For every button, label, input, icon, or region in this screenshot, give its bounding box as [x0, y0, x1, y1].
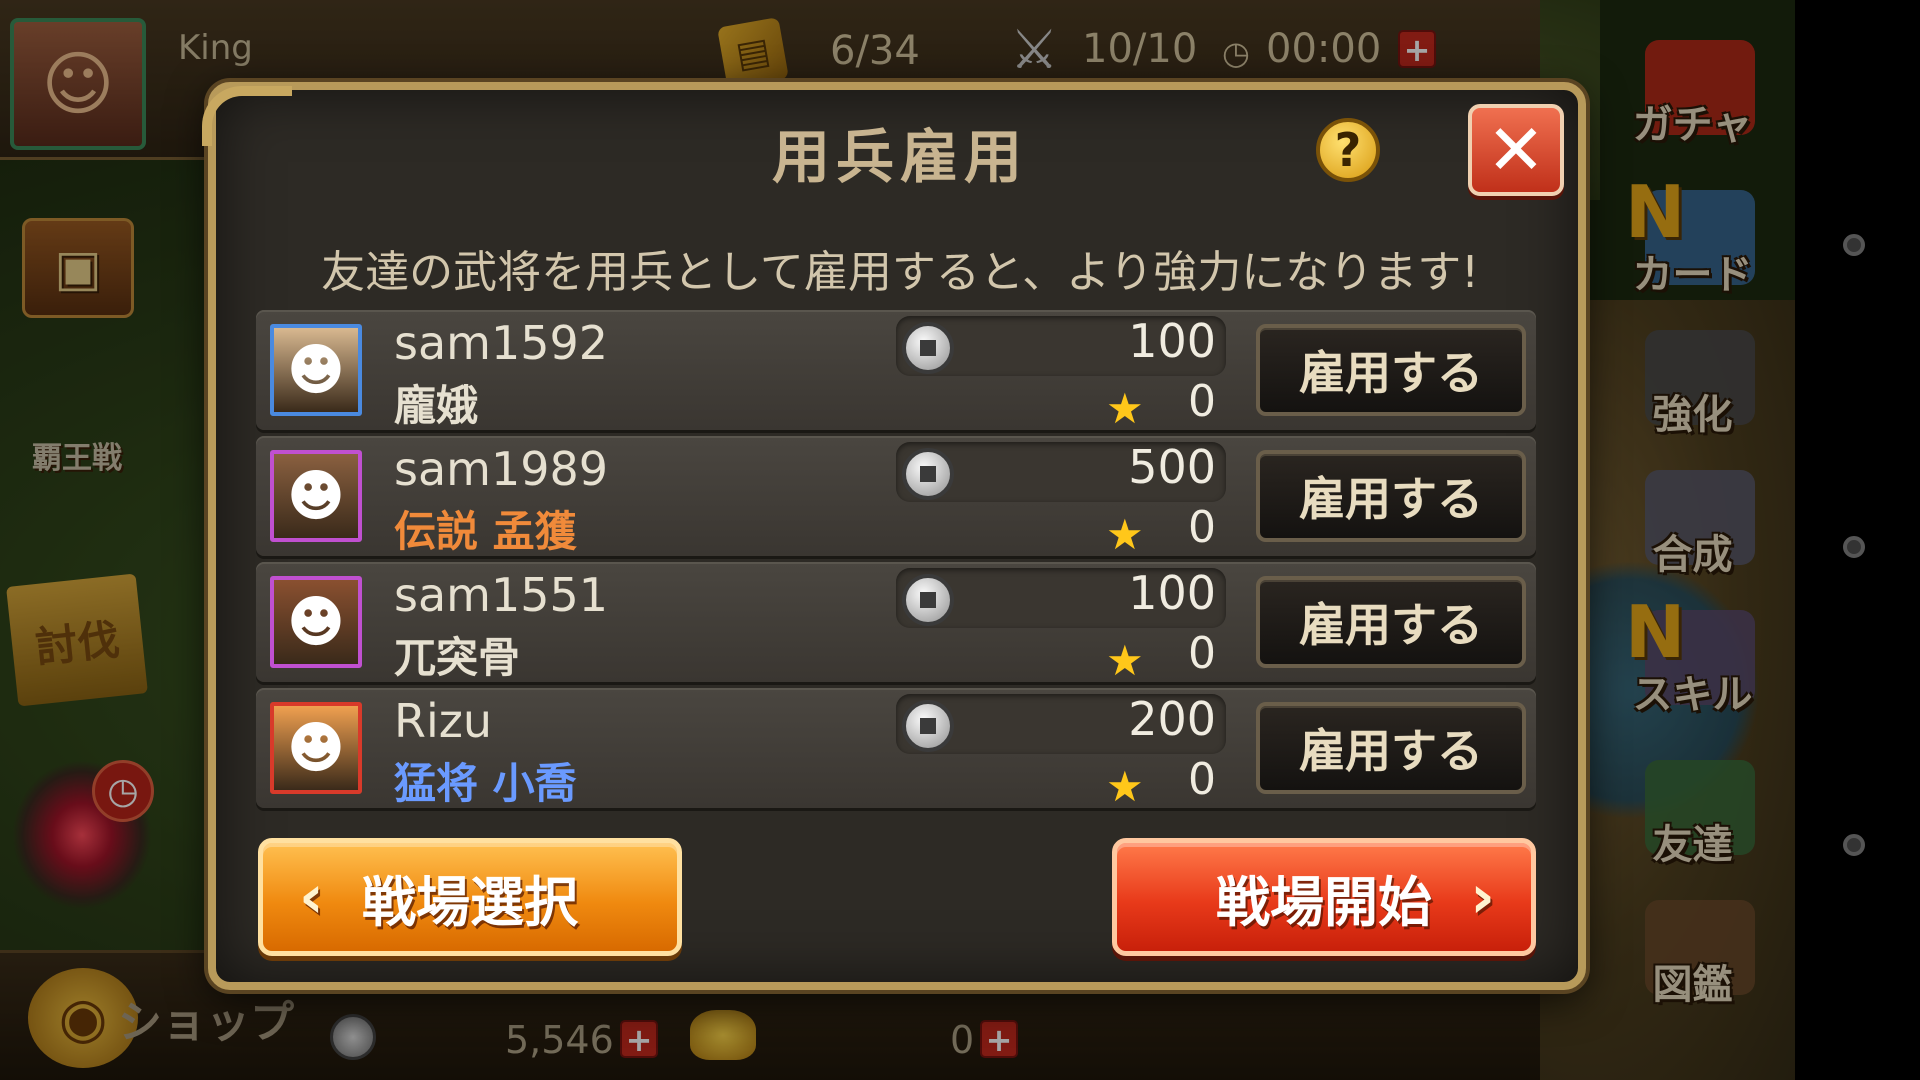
mercenary-row: ☻ sam1551 兀突骨 100 ★ 0 雇用する — [256, 562, 1536, 685]
mercenary-general-name: 兀突骨 — [394, 633, 521, 682]
mercenary-owner-name: Rizu — [394, 694, 493, 748]
hire-cost: 500 — [1128, 440, 1216, 494]
hire-button[interactable]: 雇用する — [1256, 324, 1526, 416]
mercenary-portrait: ☻ — [270, 450, 362, 542]
star-icon: ★ — [1106, 510, 1144, 559]
hire-button[interactable]: 雇用する — [1256, 576, 1526, 668]
battlefield-select-label: 戦場選択 — [362, 870, 578, 934]
star-count: 0 — [1188, 502, 1216, 553]
mercenary-portrait: ☻ — [270, 702, 362, 794]
mercenary-row: ☻ Rizu 猛将 小喬 200 ★ 0 雇用する — [256, 688, 1536, 811]
hire-button[interactable]: 雇用する — [1256, 450, 1526, 542]
coin-icon — [902, 700, 954, 752]
star-count: 0 — [1188, 754, 1216, 805]
nav-back-button[interactable] — [1843, 234, 1865, 256]
mercenary-row: ☻ sam1989 伝説 孟獲 500 ★ 0 雇用する — [256, 436, 1536, 559]
chevron-left-icon: ‹ — [299, 862, 324, 932]
dialog-description: 友達の武将を用兵として雇用すると、より強力になります! — [321, 247, 1479, 298]
hire-cost: 200 — [1128, 692, 1216, 746]
battlefield-select-button[interactable]: ‹ 戦場選択 — [258, 838, 682, 956]
coin-icon — [902, 448, 954, 500]
star-icon: ★ — [1106, 636, 1144, 685]
star-icon: ★ — [1106, 384, 1144, 433]
hire-cost: 100 — [1128, 566, 1216, 620]
mercenary-general-name: 猛将 小喬 — [394, 759, 577, 808]
battlefield-start-button[interactable]: 戦場開始 › — [1112, 838, 1536, 956]
android-nav-bar — [1795, 0, 1920, 1080]
battlefield-start-label: 戦場開始 — [1216, 870, 1432, 934]
nav-home-button[interactable] — [1843, 536, 1865, 558]
dialog-title: 用兵雇用 — [771, 123, 1028, 191]
mercenary-portrait: ☻ — [270, 576, 362, 668]
hire-button[interactable]: 雇用する — [1256, 702, 1526, 794]
chevron-right-icon: › — [1470, 862, 1495, 932]
star-count: 0 — [1188, 628, 1216, 679]
star-icon: ★ — [1106, 762, 1144, 811]
nav-recents-button[interactable] — [1843, 834, 1865, 856]
help-button[interactable]: ? — [1316, 118, 1380, 182]
coin-icon — [902, 322, 954, 374]
coin-icon — [902, 574, 954, 626]
mercenary-owner-name: sam1989 — [394, 442, 609, 496]
mercenary-portrait: ☻ — [270, 324, 362, 416]
mercenary-owner-name: sam1551 — [394, 568, 609, 622]
mercenary-general-name: 伝説 孟獲 — [394, 507, 577, 556]
close-button[interactable]: ✕ — [1468, 104, 1564, 196]
mercenary-general-name: 龐娥 — [394, 381, 479, 430]
mercenary-owner-name: sam1592 — [394, 316, 609, 370]
mercenary-row: ☻ sam1592 龐娥 100 ★ 0 雇用する — [256, 310, 1536, 433]
hire-cost: 100 — [1128, 314, 1216, 368]
star-count: 0 — [1188, 376, 1216, 427]
dialog-ornament — [202, 86, 292, 146]
